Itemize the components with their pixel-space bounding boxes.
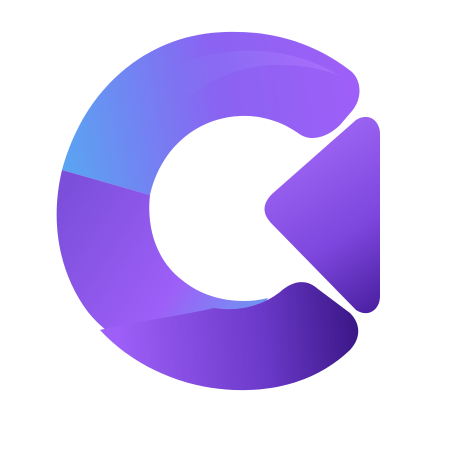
play-triangle (264, 116, 380, 314)
c-logo-icon (56, 31, 380, 391)
logo-canvas (0, 0, 450, 450)
